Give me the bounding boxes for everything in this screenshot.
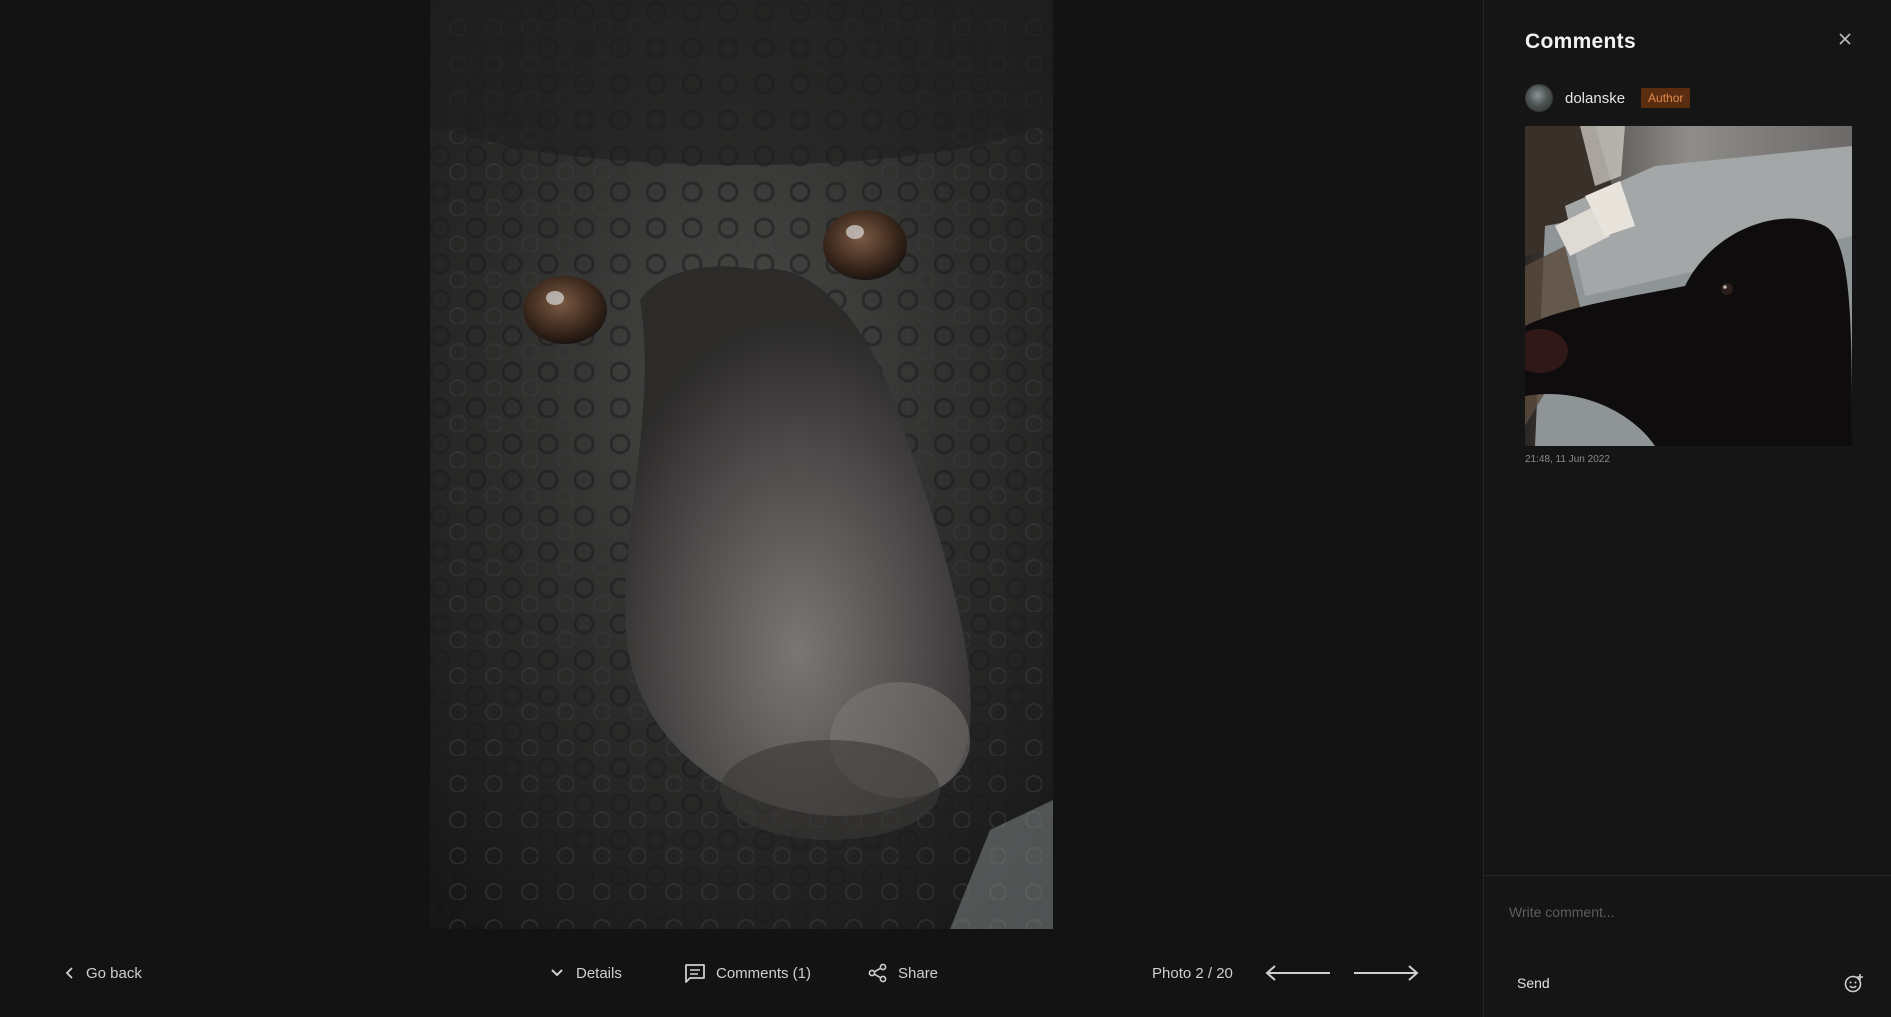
comments-panel: Comments dolanske Author 21:48, 11 Jun 2… bbox=[1483, 0, 1891, 1017]
comment-item: dolanske Author 21:48, 11 Jun 2022 bbox=[1525, 83, 1852, 465]
send-button[interactable]: Send bbox=[1517, 975, 1550, 991]
photo-viewer: Go back Details Comments (1) Share Photo… bbox=[0, 0, 1483, 1017]
avatar[interactable] bbox=[1525, 84, 1553, 112]
chevron-down-icon bbox=[548, 966, 566, 980]
arrow-left-icon bbox=[1264, 963, 1332, 983]
emoji-add-button[interactable] bbox=[1843, 972, 1865, 994]
comment-input[interactable] bbox=[1509, 900, 1869, 924]
emoji-add-icon bbox=[1843, 974, 1865, 998]
share-icon bbox=[868, 963, 888, 983]
photo-counter: Photo 2 / 20 bbox=[1152, 964, 1233, 982]
author-badge: Author bbox=[1641, 88, 1691, 108]
go-back-button[interactable]: Go back bbox=[64, 929, 142, 1017]
details-label: Details bbox=[576, 964, 622, 982]
chevron-left-icon bbox=[64, 966, 76, 980]
comment-username[interactable]: dolanske bbox=[1565, 90, 1625, 107]
comment-attachment-image[interactable] bbox=[1525, 126, 1852, 446]
share-label: Share bbox=[898, 964, 939, 982]
comments-button[interactable]: Comments (1) bbox=[684, 929, 811, 1017]
details-button[interactable]: Details bbox=[548, 929, 622, 1017]
comment-icon bbox=[684, 963, 706, 983]
poodle-on-sofa-image bbox=[1525, 126, 1852, 446]
previous-photo-button[interactable] bbox=[1264, 929, 1332, 1017]
arrow-right-icon bbox=[1352, 963, 1420, 983]
close-comments-button[interactable] bbox=[1834, 30, 1856, 52]
poodle-photo-image bbox=[430, 0, 1053, 929]
comment-header: dolanske Author bbox=[1525, 83, 1852, 113]
comment-compose: Send bbox=[1484, 875, 1891, 1017]
comments-panel-title: Comments bbox=[1525, 30, 1636, 53]
close-icon bbox=[1838, 32, 1852, 51]
comment-timestamp: 21:48, 11 Jun 2022 bbox=[1525, 454, 1610, 465]
main-photo bbox=[430, 0, 1053, 929]
bottom-toolbar: Go back Details Comments (1) Share Photo… bbox=[0, 929, 1483, 1017]
go-back-label: Go back bbox=[86, 964, 142, 982]
next-photo-button[interactable] bbox=[1352, 929, 1420, 1017]
comments-label: Comments (1) bbox=[716, 964, 812, 982]
share-button[interactable]: Share bbox=[868, 929, 938, 1017]
